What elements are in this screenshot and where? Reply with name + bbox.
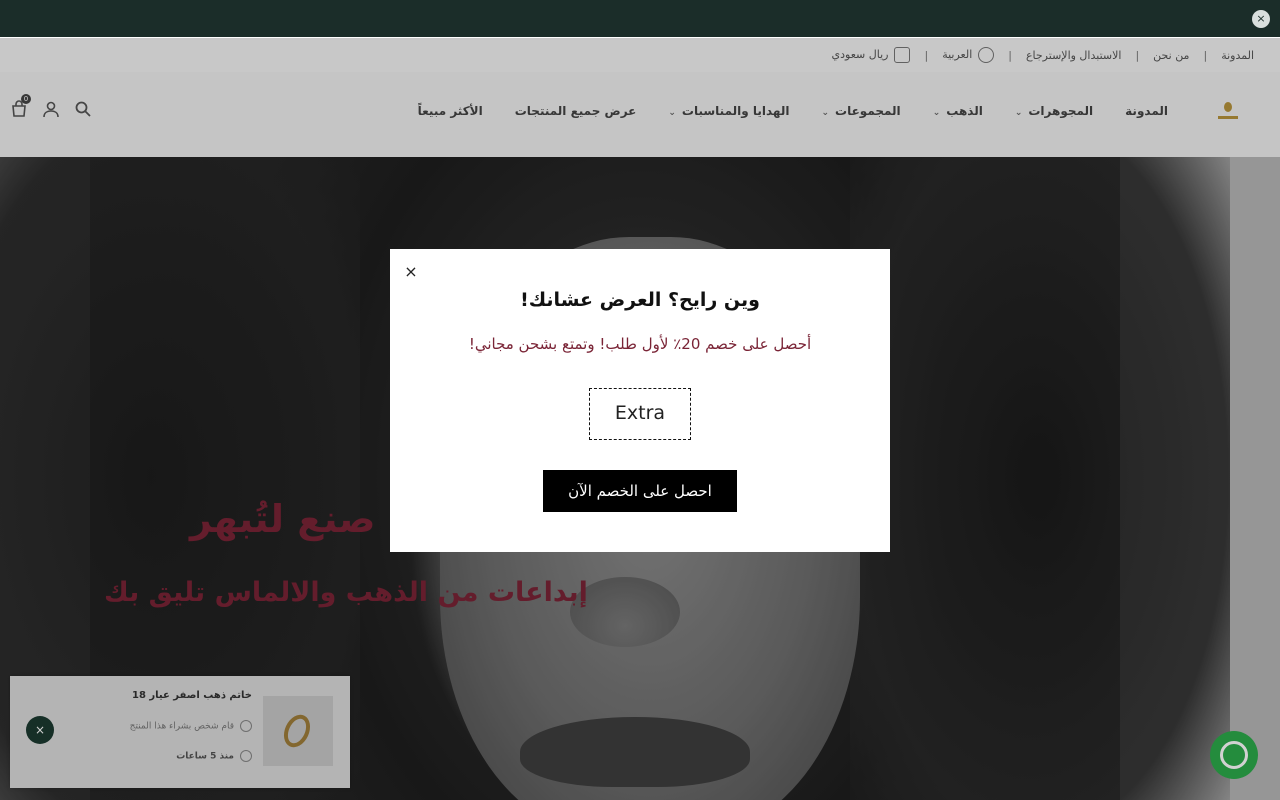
discount-modal: × وين رايح؟ العرض عشانك! أحصل على خصم 20… (390, 249, 890, 552)
announcement-bar: × (0, 0, 1280, 37)
coupon-code[interactable]: Extra (589, 388, 691, 440)
modal-title: وين رايح؟ العرض عشانك! (520, 289, 760, 311)
modal-close-button[interactable]: × (402, 263, 420, 281)
get-discount-button[interactable]: احصل على الخصم الآن (543, 470, 737, 512)
announcement-close-button[interactable]: × (1252, 10, 1270, 28)
modal-subtitle: أحصل على خصم 20٪ لأول طلب! وتمتع بشحن مج… (468, 335, 812, 353)
